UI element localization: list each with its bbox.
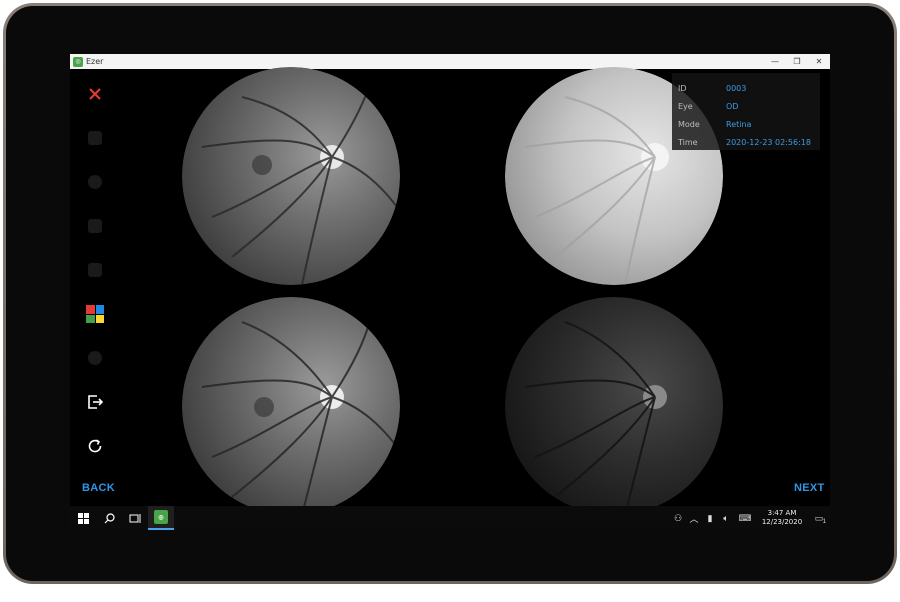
keyboard-icon[interactable]: ⌨ [734, 506, 756, 530]
battery-icon[interactable]: ▮ [702, 506, 718, 530]
screen: ◎ Ezer — ❐ ✕ ID 0003 Eye OD Mode Retina … [70, 54, 830, 530]
windows-icon [77, 512, 89, 524]
back-button[interactable]: BACK [82, 482, 115, 494]
system-tray: ⚇ ︿ ▮ 🔈︎ ⌨ 3:47 AM 12/23/2020 ▭ 1 [670, 506, 830, 530]
fundus-bottom-left[interactable] [182, 297, 400, 515]
window-title-bar[interactable]: ◎ Ezer — ❐ ✕ [70, 54, 830, 69]
search-button[interactable] [96, 506, 122, 530]
ezer-app-icon: ◎ [73, 56, 83, 67]
minimize-button[interactable]: — [764, 54, 786, 69]
close-icon [89, 88, 101, 100]
info-row-id: ID 0003 [678, 79, 814, 97]
notification-count: 1 [822, 519, 826, 525]
filter-icon [88, 263, 102, 277]
info-key: Eye [678, 101, 693, 111]
save-button[interactable] [84, 127, 106, 149]
export-button[interactable] [84, 391, 106, 413]
fundus-bottom-right[interactable] [505, 297, 723, 515]
info-value: 0003 [726, 83, 747, 93]
clock-date: 12/23/2020 [761, 518, 803, 526]
fundus-top-left[interactable] [182, 67, 400, 285]
contrast-icon [88, 219, 102, 233]
notifications-button[interactable]: ▭ 1 [808, 506, 830, 530]
settings-button[interactable] [84, 347, 106, 369]
info-row-time: Time 2020-12-23 02:56:18 [678, 133, 814, 151]
info-row-mode: Mode Retina [678, 115, 814, 133]
brightness-icon [88, 175, 102, 189]
refresh-button[interactable] [84, 435, 106, 457]
settings-icon [88, 351, 102, 365]
layout-grid-icon [86, 305, 104, 323]
layout-grid-button[interactable] [84, 303, 106, 325]
taskbar: ◎ ⚇ ︿ ▮ 🔈︎ ⌨ 3:47 AM 12/23/2020 ▭ 1 [70, 506, 830, 530]
ezer-app-icon: ◎ [154, 510, 168, 524]
info-value: Retina [726, 119, 752, 129]
info-key: ID [678, 83, 687, 93]
info-row-eye: Eye OD [678, 97, 814, 115]
taskbar-ezer-app[interactable]: ◎ [148, 506, 174, 530]
app-area: ID 0003 Eye OD Mode Retina Time 2020-12-… [70, 67, 830, 515]
task-view-button[interactable] [122, 506, 148, 530]
export-icon [88, 395, 104, 409]
refresh-icon [88, 439, 102, 453]
chevron-up-icon[interactable]: ︿ [686, 506, 702, 530]
clock-time: 3:47 AM [767, 509, 797, 517]
contrast-button[interactable] [84, 215, 106, 237]
start-button[interactable] [70, 506, 96, 530]
info-key: Time [678, 137, 698, 147]
brightness-button[interactable] [84, 171, 106, 193]
close-button[interactable] [84, 83, 106, 105]
task-view-icon [129, 513, 141, 523]
next-button[interactable]: NEXT [794, 482, 825, 494]
left-toolbar [70, 69, 122, 506]
close-window-button[interactable]: ✕ [808, 54, 830, 69]
search-icon [104, 512, 115, 523]
restore-button[interactable]: ❐ [786, 54, 808, 69]
people-icon[interactable]: ⚇ [670, 506, 686, 530]
volume-icon[interactable]: 🔈︎ [718, 506, 734, 530]
info-key: Mode [678, 119, 700, 129]
clock[interactable]: 3:47 AM 12/23/2020 [756, 509, 808, 527]
info-value: 2020-12-23 02:56:18 [726, 137, 811, 147]
save-icon [88, 131, 102, 145]
image-info-panel: ID 0003 Eye OD Mode Retina Time 2020-12-… [672, 73, 820, 150]
filter-button[interactable] [84, 259, 106, 281]
info-value: OD [726, 101, 739, 111]
window-title: Ezer [86, 57, 104, 66]
